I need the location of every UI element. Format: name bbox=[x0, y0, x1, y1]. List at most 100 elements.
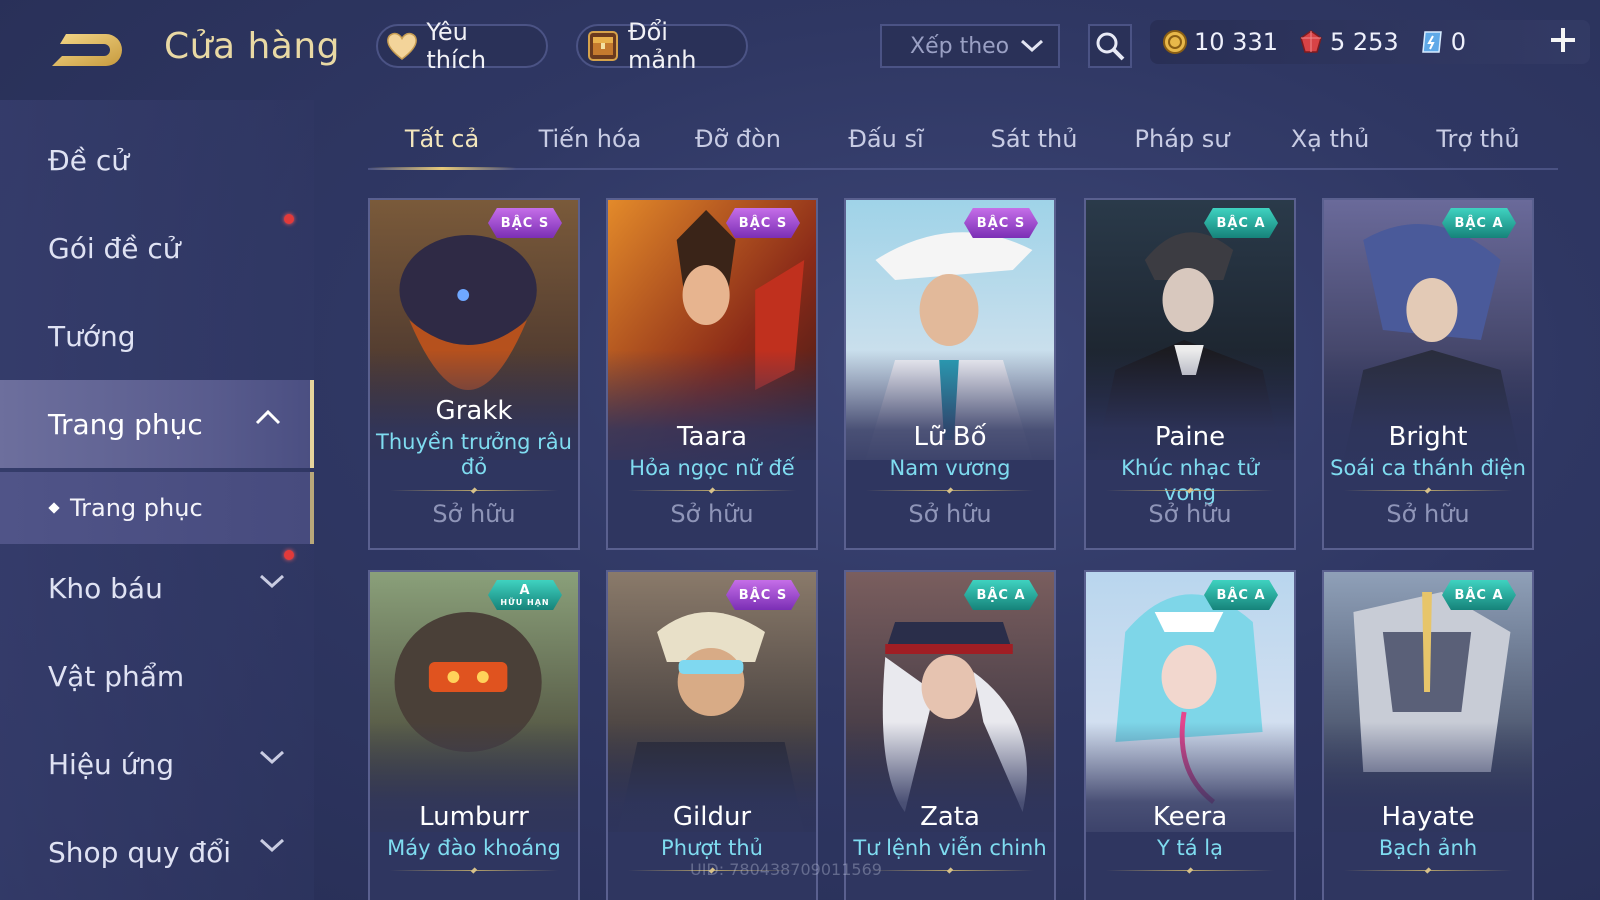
currency-bar: 10 331 5 253 0 bbox=[1150, 20, 1590, 64]
sidebar-item-heroes[interactable]: Tướng bbox=[0, 292, 314, 380]
shard-exchange-button[interactable]: Đổi mảnh bbox=[576, 18, 748, 74]
skin-card[interactable]: BẬC S Taara Hỏa ngọc nữ đế Sở hữu bbox=[606, 198, 818, 550]
sidebar-item-label: Hiệu ứng bbox=[48, 747, 174, 781]
chevron-down-icon bbox=[1020, 39, 1044, 53]
tab-evolution[interactable]: Tiến hóa bbox=[516, 110, 664, 168]
skin-card[interactable]: A HỮU HẠN Lumburr Máy đào khoáng bbox=[368, 570, 580, 900]
sidebar-item-label: Tướng bbox=[48, 319, 136, 353]
page-title: Cửa hàng bbox=[164, 26, 341, 67]
card-divider bbox=[1344, 870, 1512, 871]
hero-name: Keera bbox=[1152, 802, 1228, 832]
tab-tank[interactable]: Đỡ đòn bbox=[664, 110, 812, 168]
sidebar-item-label: Đề cử bbox=[48, 143, 129, 177]
tab-assassin[interactable]: Sát thủ bbox=[960, 110, 1108, 168]
favorites-label: Yêu thích bbox=[426, 18, 487, 74]
tab-marksman[interactable]: Xạ thủ bbox=[1256, 110, 1404, 168]
gold-amount: 10 331 bbox=[1194, 28, 1278, 56]
hero-name: Taara bbox=[676, 422, 748, 452]
hero-name: Hayate bbox=[1381, 802, 1475, 832]
role-tabs: Tất cả Tiến hóa Đỡ đòn Đấu sĩ Sát thủ Ph… bbox=[368, 110, 1558, 170]
skin-card[interactable]: BẬC A Paine Khúc nhạc tử vong Sở hữu bbox=[1084, 198, 1296, 550]
notification-dot bbox=[284, 550, 294, 560]
sidebar-item-treasure[interactable]: Kho báu bbox=[0, 544, 314, 632]
skin-name: Phượt thủ bbox=[661, 836, 763, 860]
skin-name: Nam vương bbox=[889, 456, 1011, 480]
skin-name: Tư lệnh viễn chinh bbox=[853, 836, 1047, 860]
hero-name: Paine bbox=[1154, 422, 1226, 452]
skin-card[interactable]: BẬC A Keera Y tá lạ bbox=[1084, 570, 1296, 900]
tier-badge: BẬC S bbox=[488, 208, 562, 238]
tier-badge: BẬC S bbox=[726, 208, 800, 238]
tab-fighter[interactable]: Đấu sĩ bbox=[812, 110, 960, 168]
uid-watermark: UID: 780438709011569 bbox=[690, 860, 882, 879]
card-divider bbox=[390, 870, 558, 871]
skin-card[interactable]: BẬC S Lữ Bố Nam vương Sở hữu bbox=[844, 198, 1056, 550]
sidebar-item-label: Kho báu bbox=[48, 571, 163, 605]
skin-card[interactable]: BẬC S Grakk Thuyền trưởng râu đỏ Sở hữu bbox=[368, 198, 580, 550]
heart-icon bbox=[386, 29, 418, 63]
category-sidebar: Đề cử Gói đề cử Tướng Trang phục Trang p… bbox=[0, 100, 314, 900]
card-divider bbox=[1344, 490, 1512, 491]
sidebar-item-skins[interactable]: Trang phục bbox=[0, 380, 314, 468]
owned-status: Sở hữu bbox=[1386, 500, 1470, 528]
card-divider bbox=[866, 870, 1034, 871]
search-icon bbox=[1096, 32, 1125, 61]
gem-amount: 5 253 bbox=[1329, 28, 1399, 56]
hero-name: Gildur bbox=[672, 802, 752, 832]
card-divider bbox=[1106, 870, 1274, 871]
skin-name: Khúc nhạc tử vong bbox=[1121, 456, 1259, 505]
sidebar-item-items[interactable]: Vật phẩm bbox=[0, 632, 314, 720]
add-currency-button[interactable] bbox=[1548, 23, 1578, 61]
diamond-bullet-icon bbox=[48, 502, 60, 514]
sidebar-subitem-label: Trang phục bbox=[70, 494, 203, 522]
skin-card[interactable]: BẬC A Bright Soái ca thánh điện Sở hữu bbox=[1322, 198, 1534, 550]
sidebar-item-label: Vật phẩm bbox=[48, 659, 185, 693]
hero-name: Grakk bbox=[435, 396, 513, 426]
voucher-currency: 0 bbox=[1419, 28, 1466, 56]
sidebar-item-featured[interactable]: Đề cử bbox=[0, 116, 314, 204]
back-button[interactable] bbox=[48, 28, 128, 72]
sidebar-subitem-skins[interactable]: Trang phục bbox=[0, 472, 314, 544]
favorites-button[interactable]: Yêu thích bbox=[376, 18, 548, 74]
hero-name: Zata bbox=[920, 802, 980, 832]
tier-badge: BẬC S bbox=[964, 208, 1038, 238]
owned-status: Sở hữu bbox=[1148, 500, 1232, 528]
skin-name: Bạch ảnh bbox=[1378, 836, 1478, 860]
owned-status: Sở hữu bbox=[670, 500, 754, 528]
sidebar-item-exchange-shop[interactable]: Shop quy đổi bbox=[0, 808, 314, 896]
tier-badge: A HỮU HẠN bbox=[488, 580, 562, 610]
plus-icon bbox=[1551, 28, 1575, 52]
sidebar-item-effects[interactable]: Hiệu ứng bbox=[0, 720, 314, 808]
tier-badge: BẬC A bbox=[1204, 580, 1278, 610]
notification-dot bbox=[284, 214, 294, 224]
skin-card[interactable]: BẬC A Zata Tư lệnh viễn chinh bbox=[844, 570, 1056, 900]
owned-status: Sở hữu bbox=[432, 500, 516, 528]
skin-name: Máy đào khoáng bbox=[387, 836, 561, 860]
skin-card[interactable]: BẬC S Gildur Phượt thủ bbox=[606, 570, 818, 900]
gold-currency: 10 331 bbox=[1162, 28, 1278, 56]
hero-name: Bright bbox=[1388, 422, 1468, 452]
sidebar-item-featured-packs[interactable]: Gói đề cử bbox=[0, 204, 314, 292]
voucher-amount: 0 bbox=[1450, 28, 1466, 56]
tier-badge: BẬC A bbox=[1442, 208, 1516, 238]
tier-badge: BẬC A bbox=[964, 580, 1038, 610]
tab-support[interactable]: Trợ thủ bbox=[1404, 110, 1552, 168]
sort-label: Xếp theo bbox=[910, 33, 1010, 59]
sidebar-item-label: Trang phục bbox=[48, 407, 203, 441]
sort-dropdown[interactable]: Xếp theo bbox=[880, 24, 1060, 68]
shard-exchange-label: Đổi mảnh bbox=[628, 18, 697, 74]
limited-label: HỮU HẠN bbox=[500, 598, 550, 607]
skin-card[interactable]: BẬC A Hayate Bạch ảnh bbox=[1322, 570, 1534, 900]
tab-all[interactable]: Tất cả bbox=[368, 110, 516, 170]
chevron-down-icon bbox=[259, 574, 285, 589]
skin-name: Hỏa ngọc nữ đế bbox=[629, 456, 795, 480]
back-arrow-icon bbox=[52, 34, 122, 66]
blue-voucher-icon bbox=[1421, 31, 1442, 53]
sidebar-item-label: Gói đề cử bbox=[48, 231, 181, 265]
red-gem-icon bbox=[1300, 30, 1322, 53]
chevron-up-icon bbox=[255, 409, 281, 425]
tab-mage[interactable]: Pháp sư bbox=[1108, 110, 1256, 168]
card-divider bbox=[390, 490, 558, 491]
skin-name: Thuyền trưởng râu đỏ bbox=[376, 430, 572, 479]
search-button[interactable] bbox=[1088, 24, 1132, 68]
